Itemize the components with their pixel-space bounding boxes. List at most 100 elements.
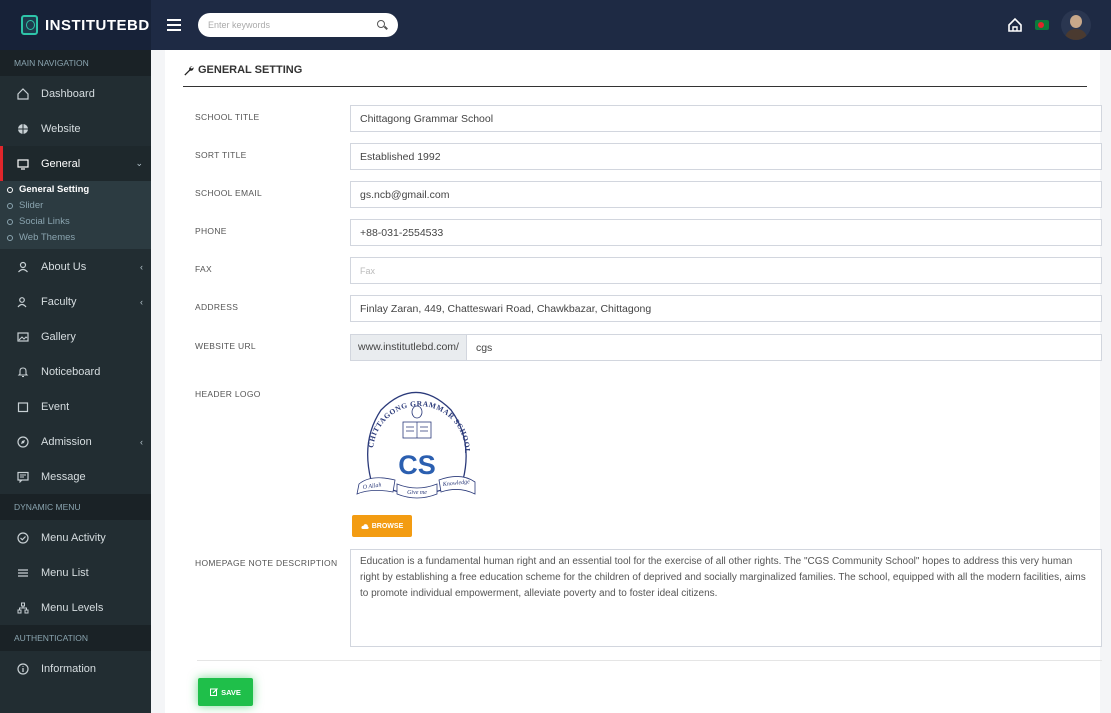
- sidebar-item-faculty[interactable]: Faculty ‹: [0, 284, 151, 319]
- page-title: GENERAL SETTING: [183, 64, 302, 76]
- circle-icon: [7, 187, 13, 193]
- cloud-upload-icon: [361, 523, 369, 529]
- chevron-left-icon: ‹: [140, 261, 143, 272]
- user-icon: [16, 260, 29, 273]
- circle-icon: [7, 235, 13, 241]
- submenu-label: Social Links: [19, 216, 70, 227]
- bell-icon: [16, 365, 29, 378]
- label-header-logo: HEADER LOGO: [195, 389, 261, 399]
- home-icon[interactable]: [1007, 17, 1023, 33]
- sidebar-item-label: Menu List: [41, 566, 89, 579]
- submenu-item-social-links[interactable]: Social Links: [0, 214, 151, 230]
- general-submenu: General Setting Slider Social Links Web …: [0, 181, 151, 249]
- sidebar-item-general[interactable]: General ⌄: [0, 146, 151, 181]
- label-homepage-note: HOMEPAGE NOTE DESCRIPTION: [195, 558, 338, 568]
- nav-header-main: MAIN NAVIGATION: [0, 50, 151, 76]
- sidebar-item-information[interactable]: Information: [0, 651, 151, 686]
- sidebar-item-gallery[interactable]: Gallery: [0, 319, 151, 354]
- image-icon: [16, 330, 29, 343]
- wrench-icon: [184, 65, 194, 76]
- chevron-left-icon: ‹: [140, 436, 143, 447]
- home-icon: [16, 87, 29, 100]
- submenu-item-slider[interactable]: Slider: [0, 198, 151, 214]
- chevron-down-icon: ⌄: [135, 158, 143, 168]
- school-title-input[interactable]: [350, 105, 1102, 132]
- brand-logo-icon: [21, 15, 38, 35]
- sidebar-item-noticeboard[interactable]: Noticeboard: [0, 354, 151, 389]
- save-label: SAVE: [221, 687, 241, 697]
- submenu-item-general-setting[interactable]: General Setting: [0, 182, 151, 198]
- sidebar-item-label: Event: [41, 400, 70, 413]
- sidebar-item-label: Website: [41, 122, 81, 135]
- monitor-icon: [16, 157, 29, 170]
- page-title-text: GENERAL SETTING: [198, 64, 303, 76]
- sidebar-item-label: Faculty: [41, 295, 77, 308]
- sidebar-item-label: Gallery: [41, 330, 76, 343]
- top-navbar: INSTITUTEBD: [0, 0, 1111, 50]
- users-icon: [16, 295, 29, 308]
- sidebar-item-label: Message: [41, 470, 86, 483]
- circle-icon: [7, 219, 13, 225]
- sidebar-item-menu-levels[interactable]: Menu Levels: [0, 590, 151, 625]
- sidebar-item-label: Admission: [41, 435, 92, 448]
- search-icon[interactable]: [376, 19, 388, 31]
- sidebar-item-label: Menu Levels: [41, 601, 104, 614]
- search-box: [198, 13, 398, 37]
- compass-icon: [16, 435, 29, 448]
- sidebar-item-admission[interactable]: Admission ‹: [0, 424, 151, 459]
- homepage-note-textarea[interactable]: Education is a fundamental human right a…: [350, 549, 1102, 647]
- user-avatar[interactable]: [1061, 10, 1091, 40]
- website-url-group: www.institutlebd.com/: [350, 334, 1102, 361]
- school-crest-logo: CHITTAGONG GRAMMAR SCHOOL CS O Allah Kno…: [356, 391, 476, 499]
- divider: [183, 86, 1087, 87]
- save-button[interactable]: SAVE: [198, 678, 253, 706]
- sidebar-item-label: About Us: [41, 260, 87, 273]
- calendar-icon: [16, 400, 29, 413]
- sidebar-item-about-us[interactable]: About Us ‹: [0, 249, 151, 284]
- search-input[interactable]: [208, 20, 376, 30]
- main-content: GENERAL SETTING SCHOOL TITLE SORT TITLE …: [151, 50, 1111, 713]
- sidebar-item-label: Noticeboard: [41, 365, 101, 378]
- sidebar-item-label: General: [41, 157, 81, 170]
- bangladesh-flag-icon[interactable]: [1035, 20, 1049, 30]
- school-email-input[interactable]: [350, 181, 1102, 208]
- brand[interactable]: INSTITUTEBD: [0, 0, 151, 50]
- logo-motto-bottom: Give me: [407, 490, 427, 496]
- topbar-actions: [1007, 10, 1111, 40]
- sidebar-item-menu-list[interactable]: Menu List: [0, 555, 151, 590]
- edit-icon: [210, 688, 218, 696]
- check-circle-icon: [16, 531, 29, 544]
- label-phone: PHONE: [195, 226, 227, 236]
- label-school-title: SCHOOL TITLE: [195, 112, 260, 122]
- sidebar-item-event[interactable]: Event: [0, 389, 151, 424]
- label-school-email: SCHOOL EMAIL: [195, 188, 263, 198]
- sidebar-item-message[interactable]: Message: [0, 459, 151, 494]
- header-logo-preview: CHITTAGONG GRAMMAR SCHOOL CS O Allah Kno…: [351, 380, 481, 505]
- sidebar-item-menu-activity[interactable]: Menu Activity: [0, 520, 151, 555]
- sidebar-item-website[interactable]: Website: [0, 111, 151, 146]
- address-input[interactable]: [350, 295, 1102, 322]
- fax-input[interactable]: [350, 257, 1102, 284]
- label-address: ADDRESS: [195, 302, 239, 312]
- website-url-prefix: www.institutlebd.com/: [350, 334, 467, 361]
- label-sort-title: SORT TITLE: [195, 150, 247, 160]
- sidebar-item-label: Information: [41, 662, 97, 675]
- sort-title-input[interactable]: [350, 143, 1102, 170]
- chevron-left-icon: ‹: [140, 296, 143, 307]
- divider: [197, 660, 1102, 661]
- brand-name: INSTITUTEBD: [45, 16, 150, 34]
- browse-button[interactable]: BROWSE: [352, 515, 412, 537]
- circle-icon: [7, 203, 13, 209]
- settings-card: GENERAL SETTING SCHOOL TITLE SORT TITLE …: [165, 50, 1102, 713]
- sidebar-item-dashboard[interactable]: Dashboard: [0, 76, 151, 111]
- sitemap-icon: [16, 601, 29, 614]
- submenu-item-web-themes[interactable]: Web Themes: [0, 230, 151, 246]
- phone-input[interactable]: [350, 219, 1102, 246]
- submenu-label: General Setting: [19, 184, 90, 195]
- label-website-url: WEBSITE URL: [195, 341, 256, 351]
- menu-toggle-icon[interactable]: [167, 19, 181, 31]
- submenu-label: Web Themes: [19, 232, 76, 243]
- sidebar: MAIN NAVIGATION Dashboard Website Genera…: [0, 50, 151, 713]
- submenu-label: Slider: [19, 200, 44, 211]
- website-url-input[interactable]: [466, 334, 1102, 361]
